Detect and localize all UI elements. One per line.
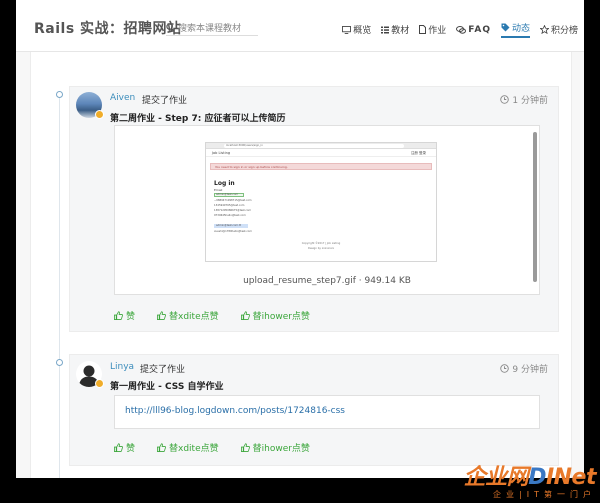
watermark-d: D <box>528 465 546 490</box>
preview-suggestion: admin@test.com <box>216 193 239 196</box>
nav-label: 教材 <box>391 26 410 36</box>
scrollbar[interactable] <box>533 132 537 282</box>
action-text: 提交了作业 <box>142 96 188 106</box>
nav-label: 概览 <box>353 26 372 36</box>
preview-suggestion: 1345949765@test.com <box>214 204 245 207</box>
feed-item: Linya 提交了作业 9 分钟前 第一周作业 - CSS 自学作业 http:… <box>69 354 559 466</box>
timestamp: 1 分钟前 <box>500 93 548 106</box>
like-label: 替xdite点赞 <box>169 444 219 454</box>
nav-label: 作业 <box>428 26 447 36</box>
nav-leaderboard[interactable]: 积分榜 <box>539 21 578 38</box>
feed-item: Aiven 提交了作业 1 分钟前 第二周作业 - Step 7: 应征者可以上… <box>69 86 559 332</box>
watermark-text: 企业网DINet <box>463 459 597 491</box>
member-badge-icon <box>95 110 104 119</box>
thumbs-up-icon <box>114 311 123 320</box>
homework-title[interactable]: 第一周作业 - CSS 自学作业 <box>110 379 223 392</box>
monitor-icon <box>342 25 352 34</box>
nav-label: FAQ <box>468 24 491 35</box>
preview-nav: Job Listing 注册 登录 <box>206 149 436 157</box>
document-icon <box>419 25 427 34</box>
gif-preview-image: localhost:3000/users/sign_in Job Listing… <box>205 142 437 262</box>
preview-suggestion: admin@test.com.tt <box>216 224 241 227</box>
search-icon <box>166 23 175 32</box>
like-for-xdite-button[interactable]: 替xdite点赞 <box>157 441 219 454</box>
thumbs-up-icon <box>157 443 166 452</box>
nav-overview[interactable]: 概览 <box>342 21 371 38</box>
watermark-net: INet <box>545 465 597 490</box>
like-for-ihower-button[interactable]: 替ihower点赞 <box>240 441 310 454</box>
site-watermark-logo: 企业网DINet 企业|IT第一门户 <box>463 459 597 500</box>
star-icon <box>539 25 549 34</box>
top-navbar: Rails 实战：招聘网站 搜索本课程教材 概览 教材 作业 FAQ 动态 积分… <box>16 0 584 52</box>
attachment-preview[interactable]: localhost:3000/users/sign_in Job Listing… <box>114 125 540 295</box>
clock-icon <box>500 95 510 104</box>
timeline-line <box>59 92 60 478</box>
like-label: 赞 <box>126 312 136 322</box>
nav-materials[interactable]: 教材 <box>381 21 409 38</box>
like-actions: 赞 替xdite点赞 替ihower点赞 <box>114 441 310 454</box>
like-label: 替ihower点赞 <box>252 444 310 454</box>
like-for-xdite-button[interactable]: 替xdite点赞 <box>157 309 219 322</box>
thumbs-up-icon <box>240 443 250 452</box>
like-actions: 赞 替xdite点赞 替ihower点赞 <box>114 309 310 322</box>
preview-nav-links: 注册 登录 <box>410 151 426 155</box>
like-button[interactable]: 赞 <box>114 309 135 322</box>
timeline-dot <box>56 91 63 98</box>
search-input[interactable]: 搜索本课程教材 <box>166 20 258 36</box>
like-label: 替xdite点赞 <box>169 312 219 322</box>
list-icon <box>381 26 390 33</box>
preview-suggestion: xueshi@1789hello@test.com <box>214 230 252 233</box>
like-for-ihower-button[interactable]: 替ihower点赞 <box>240 309 310 322</box>
preview-suggestion: 9730645hello@test.com <box>214 214 246 217</box>
preview-footer: Design by xxxxxxxx <box>307 247 335 250</box>
preview-alert: You need to sign in or sign up before co… <box>210 163 432 170</box>
nav-activity[interactable]: 动态 <box>500 21 530 38</box>
preview-address-bar: localhost:3000/users/sign_in <box>224 144 404 148</box>
preview-suggestion: 13871295086675@test.com <box>214 209 252 212</box>
preview-suggestion: ~9889471098715@test.com <box>214 199 252 202</box>
like-label: 赞 <box>126 444 136 454</box>
chat-icon <box>456 25 467 34</box>
app-window: Rails 实战：招聘网站 搜索本课程教材 概览 教材 作业 FAQ 动态 积分… <box>16 0 584 478</box>
homework-link[interactable]: http://lll96-blog.logdown.com/posts/1724… <box>114 395 540 429</box>
username[interactable]: Linya <box>110 362 134 372</box>
main-nav: 概览 教材 作业 FAQ 动态 积分榜 <box>342 21 578 38</box>
time-text: 9 分钟前 <box>512 365 548 375</box>
thumbs-up-icon <box>157 311 166 320</box>
clock-icon <box>500 364 510 373</box>
tag-icon <box>501 23 510 32</box>
like-button[interactable]: 赞 <box>114 441 135 454</box>
thumbs-up-icon <box>240 311 250 320</box>
action-text: 提交了作业 <box>140 365 186 375</box>
timestamp: 9 分钟前 <box>500 362 548 375</box>
preview-field-label: Email <box>214 188 223 192</box>
nav-faq[interactable]: FAQ <box>456 21 491 38</box>
attachment-filename[interactable]: upload_resume_step7.gif · 949.14 KB <box>115 276 539 286</box>
username[interactable]: Aiven <box>110 93 135 103</box>
like-label: 替ihower点赞 <box>252 312 310 322</box>
course-title[interactable]: Rails 实战：招聘网站 <box>34 18 182 38</box>
preview-heading: Log in <box>214 180 235 187</box>
preview-footer: Copyright ©2017 | Job Listing <box>301 242 341 245</box>
preview-brand: Job Listing <box>212 151 231 155</box>
activity-feed: Aiven 提交了作业 1 分钟前 第二周作业 - Step 7: 应征者可以上… <box>30 52 572 478</box>
nav-label: 动态 <box>511 24 530 34</box>
nav-homework[interactable]: 作业 <box>419 21 446 38</box>
homework-title[interactable]: 第二周作业 - Step 7: 应征者可以上传简历 <box>110 111 285 124</box>
nav-label: 积分榜 <box>550 26 578 36</box>
thumbs-up-icon <box>114 443 123 452</box>
timeline-dot <box>56 359 63 366</box>
search-placeholder: 搜索本课程教材 <box>178 24 242 34</box>
watermark-cn: 企业网 <box>463 465 529 490</box>
time-text: 1 分钟前 <box>512 96 548 106</box>
member-badge-icon <box>95 379 104 388</box>
